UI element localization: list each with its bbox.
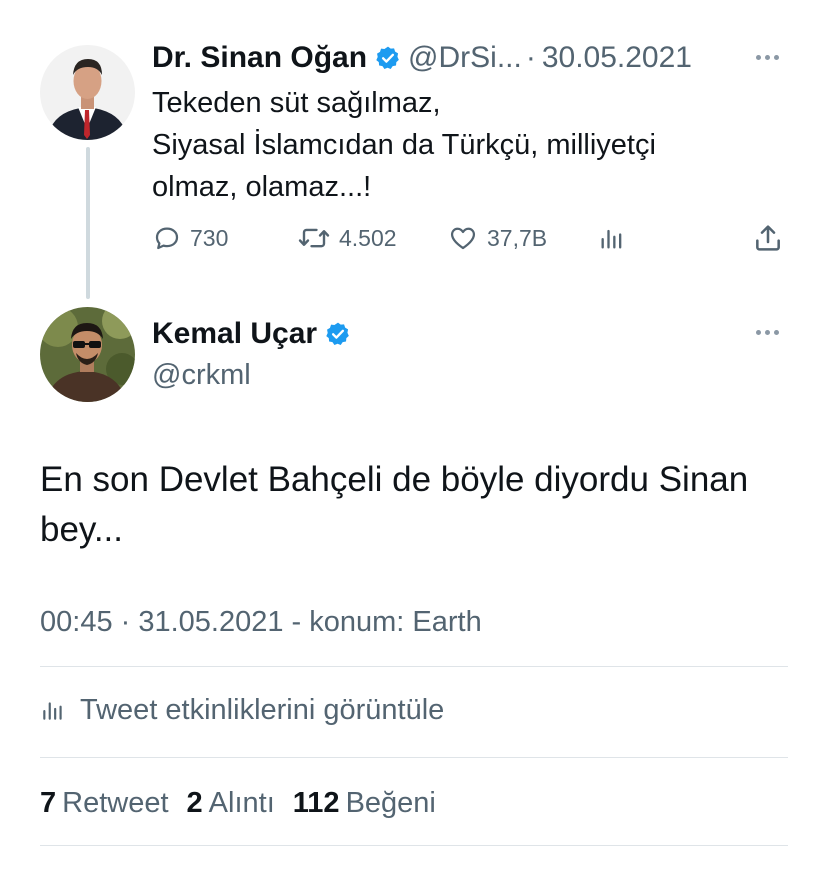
view-tweet-activity-label: Tweet etkinliklerini görüntüle: [80, 693, 445, 726]
divider: [40, 845, 788, 846]
main-author-avatar[interactable]: [40, 307, 135, 402]
tweet-stats: 7 Retweet 2 Alıntı 112 Beğeni: [40, 781, 454, 825]
reply-count: 730: [190, 224, 229, 251]
retweet-icon: [298, 228, 330, 248]
retweet-count: 4.502: [339, 224, 397, 251]
like-icon: [450, 227, 476, 250]
view-tweet-activity-link[interactable]: Tweet etkinliklerini görüntüle: [40, 688, 444, 732]
quote-count[interactable]: 2: [187, 787, 203, 820]
quote-label[interactable]: Alıntı: [209, 787, 275, 820]
retweet-count[interactable]: 7: [40, 787, 56, 820]
divider: [40, 757, 788, 758]
retweet-label[interactable]: Retweet: [62, 787, 168, 820]
parent-tweet-line: olmaz, olamaz...!: [152, 171, 372, 203]
parent-tweet-header: Dr. Sinan Oğan @DrSi... · 30.05.2021: [152, 40, 692, 76]
parent-tweet-actions: 730 4.502 37,7B: [152, 218, 788, 258]
thread-connector-line: [86, 147, 90, 299]
analytics-icon: [43, 702, 62, 720]
main-tweet-text: En son Devlet Bahçeli de böyle diyordu S…: [40, 455, 800, 555]
like-count[interactable]: 112: [293, 787, 340, 820]
main-author-handle[interactable]: @crkml: [152, 356, 251, 394]
reply-icon: [155, 227, 179, 250]
main-tweet-line: bey...: [40, 510, 124, 549]
main-author-name-row: Kemal Uçar: [152, 314, 358, 354]
tweet-detail-page: Dr. Sinan Oğan @DrSi... · 30.05.2021 Tek…: [0, 0, 827, 873]
parent-author-avatar[interactable]: [40, 45, 135, 140]
parent-tweet-line: Siyasal İslamcıdan da Türkçü, milliyetçi: [152, 129, 656, 161]
views-icon: [601, 229, 622, 249]
parent-tweet-date[interactable]: 30.05.2021: [542, 41, 692, 75]
parent-more-icon[interactable]: [756, 55, 779, 60]
reply-button[interactable]: 730: [152, 218, 228, 258]
like-count: 37,7B: [487, 224, 548, 251]
verified-badge-icon: [325, 321, 351, 347]
parent-author-handle[interactable]: @DrSi...: [408, 41, 522, 75]
parent-tweet-text: Tekeden süt sağılmaz, Siyasal İslamcıdan…: [152, 82, 772, 208]
tweet-timestamp-location[interactable]: 00:45 · 31.05.2021 - konum: Earth: [40, 602, 482, 642]
views-button[interactable]: [598, 218, 626, 258]
main-tweet-line: En son Devlet Bahçeli de böyle diyordu S…: [40, 460, 749, 499]
share-button[interactable]: [752, 218, 784, 258]
main-more-icon[interactable]: [756, 330, 779, 335]
separator-dot: ·: [525, 41, 536, 74]
verified-badge-icon: [375, 45, 401, 71]
like-button[interactable]: 37,7B: [447, 218, 547, 258]
parent-author-name[interactable]: Dr. Sinan Oğan: [152, 41, 367, 75]
retweet-button[interactable]: 4.502: [297, 218, 397, 258]
main-author-name[interactable]: Kemal Uçar: [152, 317, 317, 351]
parent-tweet-line: Tekeden süt sağılmaz,: [152, 87, 441, 119]
like-label[interactable]: Beğeni: [346, 787, 436, 820]
share-icon: [756, 225, 780, 251]
divider: [40, 666, 788, 667]
